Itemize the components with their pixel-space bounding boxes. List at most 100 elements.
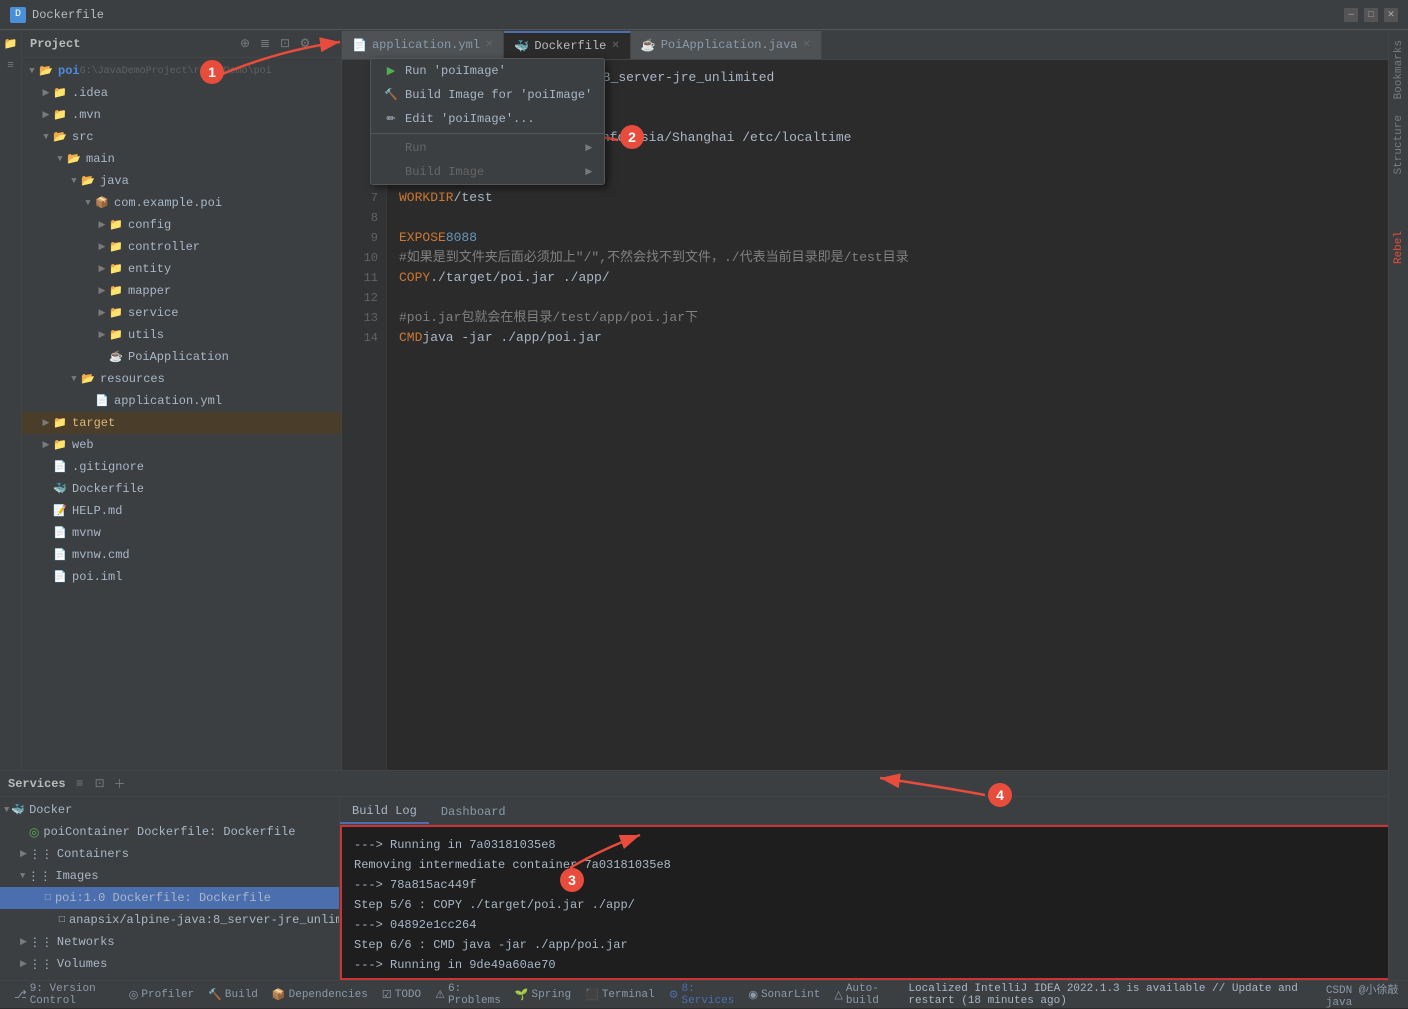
status-todo[interactable]: ☑ TODO bbox=[376, 984, 427, 1006]
project-title: Project bbox=[30, 37, 80, 51]
tree-item-poi[interactable]: ▼ 📂 poi G:\JavaDemoProject\reTryDemo\poi bbox=[22, 60, 341, 82]
tree-item-mapper[interactable]: ▶ 📁 mapper bbox=[22, 280, 341, 302]
status-dependencies[interactable]: 📦 Dependencies bbox=[266, 984, 374, 1006]
svc-item-docker[interactable]: ▼ 🐳 Docker bbox=[0, 799, 339, 821]
services-tab-dashboard[interactable]: Dashboard bbox=[429, 800, 518, 824]
status-label-problems: 6: Problems bbox=[448, 983, 501, 1007]
dependencies-icon: 📦 bbox=[272, 988, 286, 1002]
tab-label-application-yml: application.yml bbox=[372, 38, 480, 52]
package-icon: 📦 bbox=[94, 195, 110, 211]
structure-strip[interactable]: Structure bbox=[1393, 115, 1405, 174]
status-spring[interactable]: 🌱 Spring bbox=[509, 984, 577, 1006]
tab-dockerfile[interactable]: 🐳 Dockerfile ✕ bbox=[504, 31, 630, 59]
tab-close-dockerfile[interactable]: ✕ bbox=[611, 40, 619, 52]
services-collapse-icon[interactable]: ≡ bbox=[72, 776, 88, 792]
sort-icon[interactable]: ≣ bbox=[257, 36, 273, 52]
tree-item-target[interactable]: ▶ 📁 target bbox=[22, 412, 341, 434]
tree-item-java[interactable]: ▼ 📂 java bbox=[22, 170, 341, 192]
collapse-icon[interactable]: ─ bbox=[317, 36, 333, 52]
tree-item-poiapplication[interactable]: ▶ ☕ PoiApplication bbox=[22, 346, 341, 368]
code-comment-3: #poi.jar包就会在根目录/test/app/poi.jar下 bbox=[399, 308, 698, 328]
minimize-btn[interactable]: ─ bbox=[1344, 8, 1358, 22]
yaml-file-icon: 📄 bbox=[94, 393, 110, 409]
tree-item-utils[interactable]: ▶ 📁 utils bbox=[22, 324, 341, 346]
status-services[interactable]: ⚙ 8: Services bbox=[663, 984, 741, 1006]
chevron-down-icon: ▼ bbox=[26, 65, 38, 77]
log-line-3: ---> 78a815ac449f bbox=[354, 875, 1394, 895]
sidebar-project-icon[interactable]: 📁 bbox=[2, 35, 20, 53]
folder-icon: 📁 bbox=[108, 217, 124, 233]
tree-item-idea[interactable]: ▶ 📁 .idea bbox=[22, 82, 341, 104]
services-add-icon[interactable]: ＋ bbox=[112, 776, 128, 792]
status-version-control[interactable]: ⎇ 9: Version Control bbox=[8, 984, 121, 1006]
tab-close-poiapplication-java[interactable]: ✕ bbox=[803, 39, 811, 51]
tree-item-helpmd[interactable]: ▶ 📝 HELP.md bbox=[22, 500, 341, 522]
svc-item-anapsix[interactable]: ▶ □ anapsix/alpine-java:8_server-jre_unl… bbox=[0, 909, 339, 931]
services-panel: Services ≡ ⊡ ＋ ▼ 🐳 Docker ▶ ◎ poiContain… bbox=[0, 770, 1408, 980]
status-terminal[interactable]: ⬛ Terminal bbox=[579, 984, 661, 1006]
tree-item-src[interactable]: ▼ 📂 src bbox=[22, 126, 341, 148]
status-build[interactable]: 🔨 Build bbox=[202, 984, 264, 1006]
tree-label-controller: controller bbox=[128, 240, 200, 254]
tree-item-web[interactable]: ▶ 📁 web bbox=[22, 434, 341, 456]
tree-item-service[interactable]: ▶ 📁 service bbox=[22, 302, 341, 324]
svc-label-anapsix: anapsix/alpine-java:8_server-jre_unlimit… bbox=[69, 913, 340, 927]
status-problems[interactable]: ⚠ 6: Problems bbox=[429, 984, 507, 1006]
maximize-btn[interactable]: □ bbox=[1364, 8, 1378, 22]
tree-item-config[interactable]: ▶ 📁 config bbox=[22, 214, 341, 236]
settings-icon[interactable]: ⚙ bbox=[297, 36, 313, 52]
svc-item-images[interactable]: ▼ ⋮⋮ Images bbox=[0, 865, 339, 887]
tree-item-entity[interactable]: ▶ 📁 entity bbox=[22, 258, 341, 280]
tree-item-mvnwcmd[interactable]: ▶ 📄 mvnw.cmd bbox=[22, 544, 341, 566]
chevron-right-icon: ▶ bbox=[96, 219, 108, 231]
svc-item-poicontainer[interactable]: ▶ ◎ poiContainer Dockerfile: Dockerfile bbox=[0, 821, 339, 843]
annotation-num-3: 3 bbox=[560, 868, 584, 892]
log-line-4: Step 5/6 : COPY ./target/poi.jar ./app/ bbox=[354, 895, 1394, 915]
chevron-right-icon: ▶ bbox=[96, 285, 108, 297]
services-tab-build-log[interactable]: Build Log bbox=[340, 800, 429, 824]
tree-label-idea: .idea bbox=[72, 86, 108, 100]
tree-item-application-yml[interactable]: ▶ 📄 application.yml bbox=[22, 390, 341, 412]
chevron-right-icon: ▶ bbox=[40, 439, 52, 451]
ctx-run-poiimage[interactable]: ▶ Run 'poiImage' bbox=[371, 59, 604, 83]
status-label-sonarlint: SonarLint bbox=[761, 989, 820, 1001]
sidebar-structure-icon[interactable]: ≡ bbox=[2, 57, 20, 75]
status-sonarlint[interactable]: ◉ SonarLint bbox=[742, 984, 826, 1006]
status-auto-build[interactable]: △ Auto-build bbox=[828, 984, 898, 1006]
svc-item-volumes[interactable]: ▶ ⋮⋮ Volumes bbox=[0, 953, 339, 975]
tree-item-controller[interactable]: ▶ 📁 controller bbox=[22, 236, 341, 258]
bookmarks-strip[interactable]: Bookmarks bbox=[1393, 40, 1405, 99]
auto-build-icon: △ bbox=[834, 988, 842, 1002]
svc-item-poi10[interactable]: ▶ □ poi:1.0 Dockerfile: Dockerfile bbox=[0, 887, 339, 909]
tree-item-dockerfile[interactable]: ▶ 🐳 Dockerfile bbox=[22, 478, 341, 500]
tree-item-gitignore[interactable]: ▶ 📄 .gitignore bbox=[22, 456, 341, 478]
code-line-11: COPY ./target/poi.jar ./app/ bbox=[399, 268, 1396, 288]
status-label-terminal: Terminal bbox=[602, 989, 655, 1001]
tree-item-main[interactable]: ▼ 📂 main bbox=[22, 148, 341, 170]
ctx-label-edit-poiimage: Edit 'poiImage'... bbox=[405, 112, 535, 126]
close-btn[interactable]: ✕ bbox=[1384, 8, 1398, 22]
tab-poiapplication-java[interactable]: ☕ PoiApplication.java ✕ bbox=[631, 31, 822, 59]
tree-item-resources[interactable]: ▼ 📂 resources bbox=[22, 368, 341, 390]
tree-item-mvn[interactable]: ▶ 📁 .mvn bbox=[22, 104, 341, 126]
tree-label-target: target bbox=[72, 416, 115, 430]
services-filter-icon[interactable]: ⊡ bbox=[92, 776, 108, 792]
svc-label-volumes: Volumes bbox=[57, 957, 107, 971]
tab-application-yml[interactable]: 📄 application.yml ✕ bbox=[342, 31, 504, 59]
tree-item-mvnw[interactable]: ▶ 📄 mvnw bbox=[22, 522, 341, 544]
svc-item-networks[interactable]: ▶ ⋮⋮ Networks bbox=[0, 931, 339, 953]
filter-icon[interactable]: ⊡ bbox=[277, 36, 293, 52]
add-icon[interactable]: ⊕ bbox=[237, 36, 253, 52]
rebel-strip[interactable]: Rebel bbox=[1393, 231, 1405, 264]
tree-item-poiiml[interactable]: ▶ 📄 poi.iml bbox=[22, 566, 341, 588]
status-label-version-control: 9: Version Control bbox=[30, 983, 115, 1007]
svc-item-containers[interactable]: ▶ ⋮⋮ Containers bbox=[0, 843, 339, 865]
ctx-build-image-poiimage[interactable]: 🔨 Build Image for 'poiImage' bbox=[371, 83, 604, 107]
log-line-1: ---> Running in 7a03181035e8 bbox=[354, 835, 1394, 855]
tree-item-com-example-poi[interactable]: ▼ 📦 com.example.poi bbox=[22, 192, 341, 214]
sidebar-strip: 📁 ≡ bbox=[0, 30, 22, 770]
annotation-2: 2 bbox=[620, 125, 644, 149]
tab-close-application-yml[interactable]: ✕ bbox=[485, 39, 493, 51]
ctx-edit-poiimage[interactable]: ✏ Edit 'poiImage'... bbox=[371, 107, 604, 131]
status-profiler[interactable]: ◎ Profiler bbox=[123, 984, 200, 1006]
